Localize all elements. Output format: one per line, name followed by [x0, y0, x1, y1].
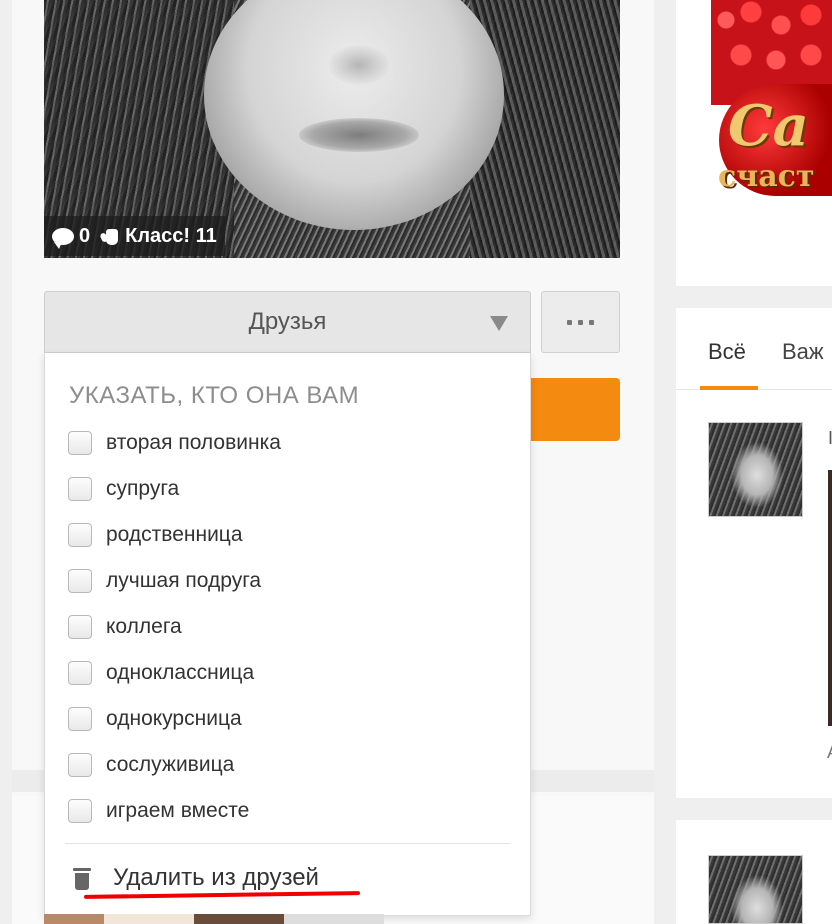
friends-select-label: Друзья — [248, 308, 327, 335]
trash-icon — [73, 866, 91, 890]
friends-select-button[interactable]: Друзья — [44, 291, 531, 353]
checkbox[interactable] — [68, 661, 92, 685]
klass-count: Класс! 11 — [125, 224, 217, 247]
option-label: однокурсница — [106, 707, 242, 730]
option-label: родственница — [106, 523, 243, 546]
photo-detail — [329, 45, 389, 85]
option-label: вторая половинка — [106, 431, 281, 454]
feed-post-text: A — [827, 742, 832, 763]
checkbox[interactable] — [68, 707, 92, 731]
checkbox[interactable] — [68, 615, 92, 639]
checkbox[interactable] — [68, 753, 92, 777]
photo-thumbnails-strip — [44, 914, 384, 924]
banner-text: Са — [728, 93, 809, 159]
relationship-option[interactable]: сослуживица — [68, 750, 234, 780]
relationship-option[interactable]: вторая половинка — [68, 428, 281, 458]
checkbox[interactable] — [68, 477, 92, 501]
dot-icon — [589, 319, 594, 325]
relationship-option[interactable]: лучшая подруга — [68, 566, 261, 596]
more-options-button[interactable] — [541, 291, 620, 353]
comments-stat[interactable]: 0 — [52, 224, 91, 249]
dot-icon — [578, 319, 583, 325]
klass-icon — [100, 226, 120, 246]
dot-icon — [567, 319, 572, 325]
orange-action-button[interactable] — [528, 378, 620, 441]
photo-detail — [299, 118, 419, 152]
option-label: сослуживица — [106, 753, 235, 776]
relationship-option[interactable]: играем вместе — [68, 796, 249, 826]
option-label: одноклассница — [106, 661, 255, 684]
checkbox[interactable] — [68, 431, 92, 455]
avatar[interactable] — [708, 855, 803, 924]
chevron-down-icon — [490, 316, 508, 331]
checkbox[interactable] — [68, 523, 92, 547]
tab-all[interactable]: Всё — [708, 339, 746, 365]
banner-text: счаст — [718, 159, 815, 194]
relationship-option[interactable]: однокурсница — [68, 704, 242, 734]
active-tab-indicator — [700, 386, 758, 390]
avatar[interactable] — [708, 422, 803, 517]
feed-post-image[interactable] — [828, 470, 832, 726]
relationship-option[interactable]: супруга — [68, 474, 179, 504]
option-label: играем вместе — [106, 799, 250, 822]
screen: 0 Класс! 11 Друзья УКАЗАТЬ, КТО ОНА ВАМ … — [0, 0, 832, 924]
checkbox[interactable] — [68, 569, 92, 593]
feed-card — [676, 308, 832, 798]
relationship-option[interactable]: родственница — [68, 520, 243, 550]
dropdown-divider — [65, 843, 510, 844]
klass-stat[interactable]: Класс! 11 — [100, 225, 217, 248]
photo-detail — [204, 0, 504, 230]
comment-icon — [52, 227, 74, 249]
relationship-option[interactable]: одноклассница — [68, 658, 254, 688]
remove-friend-label: Удалить из друзей — [113, 864, 319, 891]
dropdown-title: УКАЗАТЬ, КТО ОНА ВАМ — [69, 382, 360, 409]
relationship-dropdown: УКАЗАТЬ, КТО ОНА ВАМ вторая половинка су… — [44, 353, 531, 916]
option-label: лучшая подруга — [106, 569, 262, 592]
photo-stats-bar: 0 Класс! 11 — [44, 216, 225, 256]
tab-important[interactable]: Важ — [782, 339, 824, 365]
remove-friend-button[interactable]: Удалить из друзей — [73, 864, 319, 892]
relationship-option[interactable]: коллега — [68, 612, 182, 642]
checkbox[interactable] — [68, 799, 92, 823]
option-label: супруга — [106, 477, 180, 500]
feed-author-name: I — [828, 428, 832, 448]
option-label: коллега — [106, 615, 182, 638]
comments-count: 0 — [79, 224, 91, 247]
